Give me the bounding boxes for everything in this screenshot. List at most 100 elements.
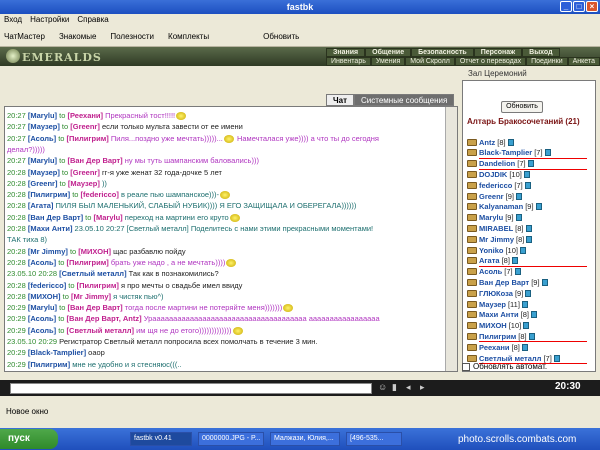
- info-icon[interactable]: [514, 268, 521, 276]
- chat-nick[interactable]: [Black-Tamplier]: [28, 348, 88, 357]
- chat-nick[interactable]: [МИХОН]: [28, 292, 63, 301]
- sidebar-refresh-button[interactable]: Обновить: [501, 101, 543, 113]
- user-name[interactable]: Агата: [479, 256, 500, 265]
- info-icon[interactable]: [515, 214, 522, 222]
- menu-help[interactable]: Справка: [77, 14, 108, 26]
- user-list-item[interactable]: Ван Дер Варт [9]: [467, 277, 548, 287]
- info-icon[interactable]: [523, 322, 530, 330]
- info-icon[interactable]: [553, 354, 560, 362]
- info-icon[interactable]: [523, 170, 530, 178]
- new-window[interactable]: Новое окно: [6, 407, 48, 416]
- nav-communication[interactable]: Общение: [365, 48, 412, 57]
- chat-nick[interactable]: [Маузер]: [28, 122, 62, 131]
- chat-recipient[interactable]: [Реехани]: [67, 111, 105, 120]
- user-name[interactable]: Dandelion: [479, 159, 515, 168]
- chat-nick[interactable]: [Асоль]: [28, 134, 58, 143]
- task-other[interactable]: [496-535...: [346, 432, 402, 446]
- user-list-item[interactable]: MIRABEL [8]: [467, 223, 532, 233]
- user-name[interactable]: Black-Tamplier: [479, 148, 532, 157]
- nav-duels[interactable]: Поединки: [526, 57, 568, 66]
- user-list-item[interactable]: Реехани [8]: [467, 342, 528, 352]
- auto-refresh-checkbox[interactable]: [462, 362, 470, 371]
- info-icon[interactable]: [511, 257, 518, 265]
- chat-nick[interactable]: [Асоль]: [28, 314, 58, 323]
- user-list-item[interactable]: DOJDIK [10]: [467, 169, 530, 179]
- chat-nick[interactable]: [Marylu]: [28, 303, 59, 312]
- user-name[interactable]: Асоль: [479, 267, 502, 276]
- user-name[interactable]: Greenr: [479, 192, 504, 201]
- chat-nick[interactable]: [Mr Jimmy]: [28, 247, 70, 256]
- info-icon[interactable]: [507, 138, 514, 146]
- user-list-item[interactable]: Black-Tamplier [7]: [467, 148, 551, 158]
- info-icon[interactable]: [525, 289, 532, 297]
- tab-system-messages[interactable]: Системные сообщения: [354, 94, 455, 106]
- user-name[interactable]: federicco: [479, 181, 512, 190]
- user-list-item[interactable]: Агата [8]: [467, 256, 518, 266]
- user-name[interactable]: Махи Анти: [479, 310, 519, 319]
- menu-settings[interactable]: Настройки: [30, 14, 69, 26]
- user-list-item[interactable]: Dandelion [7]: [467, 159, 534, 169]
- user-name[interactable]: Kalyanaman: [479, 202, 523, 211]
- chat-nick[interactable]: [Маузер]: [28, 168, 62, 177]
- chat-recipient[interactable]: [Ван Дер Варт, Antz]: [67, 314, 144, 323]
- smile-icon[interactable]: ☺: [378, 382, 388, 392]
- user-name[interactable]: Пилигрим: [479, 332, 516, 341]
- nav-security[interactable]: Безопасность: [411, 48, 474, 57]
- chat-nick[interactable]: [Асоль]: [28, 326, 58, 335]
- start-button[interactable]: пуск: [0, 429, 58, 449]
- chat-log[interactable]: 20:27 [Marylu] to [Реехани] Прекрасный т…: [4, 106, 458, 372]
- user-name[interactable]: МИХОН: [479, 321, 507, 330]
- info-icon[interactable]: [544, 149, 551, 157]
- info-icon[interactable]: [526, 235, 533, 243]
- close-button[interactable]: ×: [586, 1, 598, 12]
- user-name[interactable]: ГЛЮКоза: [479, 289, 513, 298]
- nav-character[interactable]: Персонаж: [473, 48, 523, 57]
- task-chat-window[interactable]: Малжази, Юлия,...: [270, 432, 340, 446]
- chat-recipient[interactable]: [Marylu]: [94, 213, 125, 222]
- user-list-item[interactable]: Mr Jimmy [8]: [467, 234, 533, 244]
- info-icon[interactable]: [528, 332, 535, 340]
- info-icon[interactable]: [525, 224, 532, 232]
- user-name[interactable]: Marylu: [479, 213, 503, 222]
- chat-recipient[interactable]: [Greenr]: [70, 168, 102, 177]
- bold-icon[interactable]: ▮: [392, 382, 402, 392]
- chat-scrollbar[interactable]: [445, 107, 457, 371]
- chat-recipient[interactable]: [Пилигрим]: [67, 134, 111, 143]
- user-name[interactable]: Yoniko: [479, 246, 503, 255]
- user-name[interactable]: Antz: [479, 138, 495, 147]
- user-list-item[interactable]: Greenr [9]: [467, 191, 522, 201]
- chat-nick[interactable]: [Асоль]: [28, 258, 58, 267]
- chat-recipient[interactable]: [Маузер]: [68, 179, 102, 188]
- toolbar-friends[interactable]: Знакомые: [59, 32, 96, 41]
- nav-skills[interactable]: Умения: [370, 57, 406, 66]
- user-name[interactable]: Реехани: [479, 343, 510, 352]
- nav-my-scroll[interactable]: Мой Скролл: [405, 57, 455, 66]
- user-list-item[interactable]: МИХОН [10]: [467, 321, 530, 331]
- user-list-item[interactable]: ГЛЮКоза [9]: [467, 288, 532, 298]
- info-icon[interactable]: [521, 300, 528, 308]
- auto-refresh[interactable]: Обновлять автомат.: [462, 362, 547, 371]
- toolbar-sets[interactable]: Комплекты: [168, 32, 209, 41]
- info-icon[interactable]: [541, 278, 548, 286]
- maximize-button[interactable]: □: [573, 1, 585, 12]
- chat-nick[interactable]: [Marylu]: [28, 111, 59, 120]
- chat-nick[interactable]: [Пилигрим]: [28, 360, 72, 369]
- info-icon[interactable]: [515, 192, 522, 200]
- chat-recipient[interactable]: [Пилигрим]: [67, 258, 111, 267]
- tab-chat[interactable]: Чат: [326, 94, 354, 106]
- clear-icon[interactable]: ◂: [406, 382, 416, 392]
- nav-exit[interactable]: Выход: [522, 48, 560, 57]
- chat-recipient[interactable]: [Пилигрим]: [77, 281, 121, 290]
- info-icon[interactable]: [530, 311, 537, 319]
- user-name[interactable]: Маузер: [479, 300, 506, 309]
- chat-recipient[interactable]: [МИХОН]: [78, 247, 113, 256]
- chat-recipient[interactable]: [Greenr]: [70, 122, 102, 131]
- chat-nick[interactable]: [federicco]: [28, 281, 68, 290]
- user-list-item[interactable]: Махи Анти [8]: [467, 310, 537, 320]
- chat-recipient[interactable]: [Ван Дер Варт]: [67, 156, 124, 165]
- chat-recipient[interactable]: [Mr Jimmy]: [71, 292, 113, 301]
- task-fastbk[interactable]: fastbk v0.41: [130, 432, 192, 446]
- nav-transfers[interactable]: Отчет о переводах: [454, 57, 527, 66]
- user-name[interactable]: Mr Jimmy: [479, 235, 514, 244]
- user-name[interactable]: DOJDIK: [479, 170, 507, 179]
